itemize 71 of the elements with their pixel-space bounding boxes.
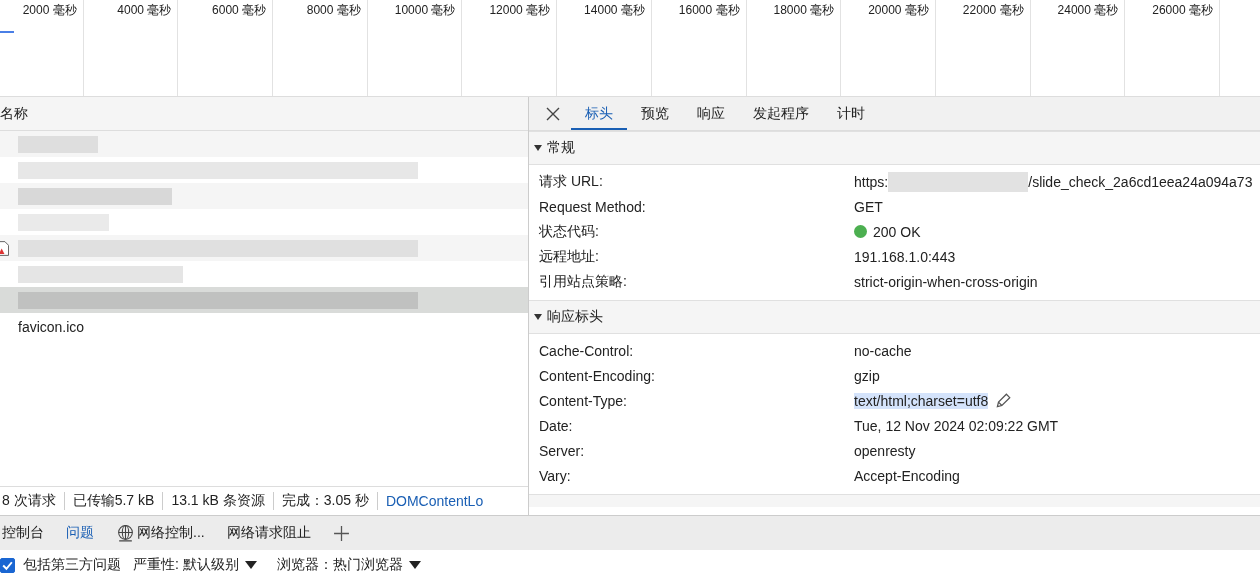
request-row[interactable]: favicon.ico [0, 313, 528, 342]
column-header[interactable]: 名称 [0, 97, 528, 132]
header-name: Vary: [538, 467, 572, 484]
status-text: 8 次请求 [2, 492, 57, 510]
status-text: 13.1 kB 条资源 [171, 492, 266, 510]
detail-tab[interactable]: 响应 [683, 105, 739, 131]
header-value: no-cache [854, 342, 912, 359]
header-name: Content-Type: [538, 392, 628, 409]
header-value: gzip [854, 367, 880, 384]
detail-tab[interactable]: 发起程序 [739, 105, 823, 131]
status-text: 已传输5.7 kB [72, 492, 156, 510]
drawer-tab[interactable]: 控制台 [2, 524, 44, 542]
header-name: Content-Encoding: [538, 367, 656, 384]
header-name: 状态代码: [538, 222, 600, 241]
filter-dropdown[interactable]: 浏览器：热门浏览器 [276, 556, 421, 574]
header-name: Server: [538, 442, 586, 459]
request-row[interactable] [0, 235, 528, 262]
header-value: https: [854, 173, 889, 190]
drawer-tab[interactable]: 问题 [66, 524, 94, 542]
time-tick-label: 16000 毫秒 [678, 3, 740, 17]
time-tick-label: 14000 毫秒 [584, 3, 645, 17]
detail-tab[interactable]: 计时 [823, 105, 879, 131]
drawer-tab[interactable]: 网络请求阻止 [226, 524, 311, 542]
section-header[interactable]: 常规 [529, 131, 1260, 166]
header-value: text/html;charset=utf8 [854, 392, 989, 409]
header-name: Request Method: [538, 198, 647, 215]
header-value: 200 OK [873, 223, 921, 240]
pencil-icon[interactable] [994, 391, 1013, 410]
section-title: 常规 [547, 139, 575, 158]
time-tick-label: 12000 毫秒 [489, 3, 551, 17]
status-text: 完成：3.05 秒 [281, 492, 370, 510]
time-tick-label: 6000 毫秒 [212, 3, 267, 17]
request-row[interactable] [0, 183, 528, 210]
third-party-checkbox[interactable]: 包括第三方问题 [0, 556, 121, 574]
header-value: GET [854, 198, 883, 215]
time-tick-label: 18000 毫秒 [773, 3, 835, 17]
time-tick-label: 22000 毫秒 [962, 3, 1024, 17]
header-value: Tue, 12 Nov 2024 02:09:22 GMT [854, 417, 1059, 434]
caret-icon [244, 560, 257, 570]
close-icon[interactable] [545, 106, 561, 123]
header-name: 引用站点策略: [538, 272, 628, 291]
globe-icon [116, 523, 135, 543]
time-tick-label: 24000 毫秒 [1057, 3, 1119, 17]
header-name: Cache-Control: [538, 342, 635, 359]
header-name: Date: [538, 417, 574, 434]
header-value: openresty [854, 442, 916, 459]
filter-dropdown[interactable]: 严重性: 默认级别 [133, 556, 257, 574]
section-header[interactable] [529, 494, 1260, 508]
time-tick-label: 8000 毫秒 [306, 3, 361, 17]
time-tick-label: 26000 毫秒 [1152, 3, 1213, 17]
time-tick-label: 4000 毫秒 [117, 3, 172, 17]
time-tick-label: 10000 毫秒 [394, 3, 456, 17]
header-value: Accept-Encoding [854, 467, 960, 484]
file-warning-icon [0, 240, 9, 256]
add-tab-icon[interactable] [332, 524, 350, 542]
header-name: 请求 URL: [538, 172, 604, 191]
section-header[interactable]: 响应标头 [529, 300, 1260, 335]
status-link[interactable]: DOMContentLo [385, 493, 492, 509]
header-value: strict-origin-when-cross-origin [854, 273, 1038, 290]
time-tick-label: 2000 毫秒 [22, 3, 77, 17]
header-value: 191.168.1.0:443 [854, 248, 956, 265]
detail-tab[interactable]: 预览 [627, 105, 683, 131]
section-title: 响应标头 [547, 308, 603, 327]
request-row[interactable] [0, 131, 528, 158]
request-row[interactable] [0, 287, 528, 314]
caret-icon [408, 560, 421, 570]
header-name: 远程地址: [538, 247, 600, 266]
header-value: /slide_check_2a6cd1eea24a094a73 [1028, 173, 1253, 190]
drawer-tab[interactable]: 网络控制... [116, 523, 205, 543]
checkbox[interactable] [0, 557, 15, 573]
time-tick-label: 20000 毫秒 [868, 3, 929, 17]
